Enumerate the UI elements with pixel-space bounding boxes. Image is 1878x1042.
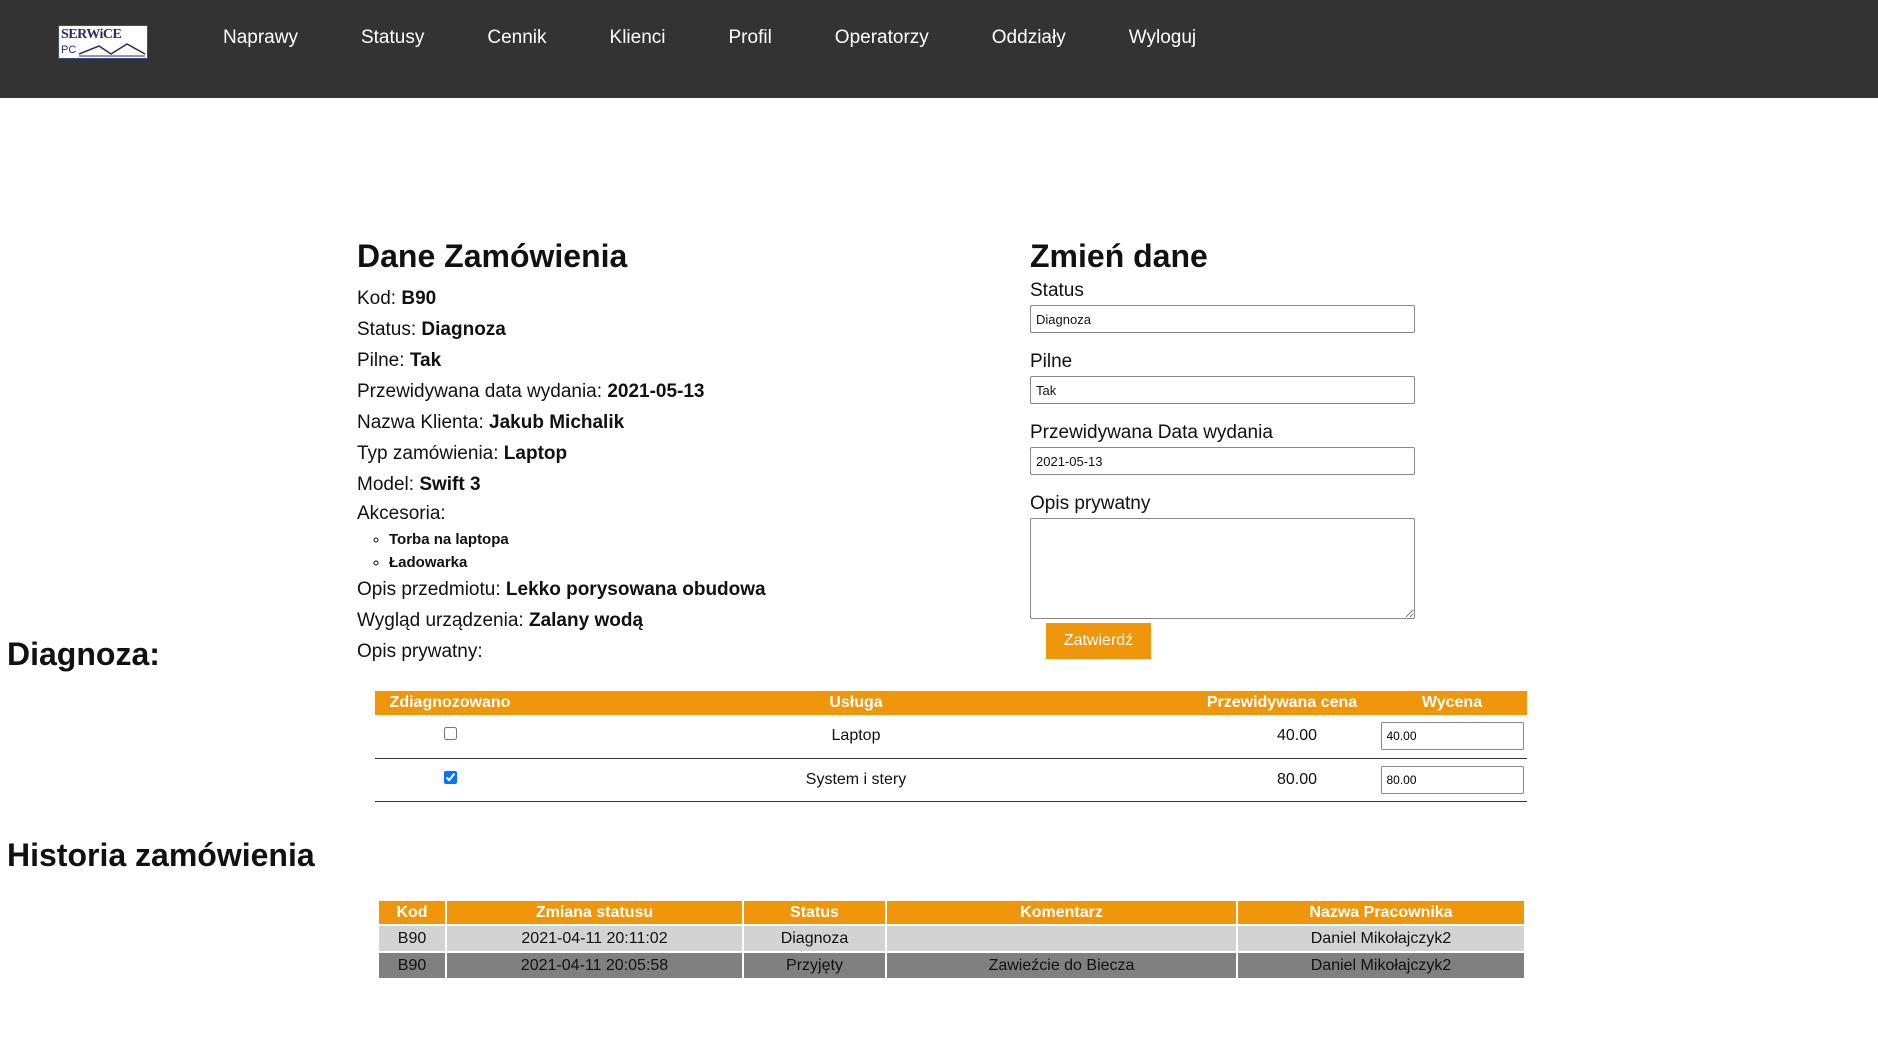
data-label: Przewidywana Data wydania — [1030, 422, 1273, 443]
wycena-input[interactable] — [1380, 722, 1524, 751]
info-opis-przedmiotu: Opis przedmiotu: Lekko porysowana obudow… — [357, 579, 766, 600]
logo-subtext: PC — [61, 44, 77, 56]
info-wyglad: Wygląd urządzenia: Zalany wodą — [357, 610, 644, 631]
logo[interactable]: SERWiCE PC — [58, 25, 148, 59]
accessory-item: Torba na laptopa — [389, 528, 917, 551]
pracownik-cell: Daniel Mikołajczyk2 — [1238, 926, 1524, 951]
info-kod: Kod: B90 — [357, 288, 437, 309]
info-typ: Typ zamówienia: Laptop — [357, 443, 568, 464]
komentarz-cell: Zawieźcie do Biecza — [887, 953, 1236, 978]
col-wycena: Wycena — [1377, 691, 1527, 715]
col-status: Status — [744, 901, 885, 924]
top-navbar: SERWiCE PC Naprawy Statusy Cennik Klienc… — [0, 0, 1878, 98]
table-row: Laptop 40.00 — [375, 715, 1527, 759]
diagnosed-checkbox[interactable] — [443, 770, 457, 784]
kod-cell: B90 — [379, 953, 445, 978]
nav-naprawy[interactable]: Naprawy — [223, 27, 298, 49]
nav-profil[interactable]: Profil — [729, 27, 772, 49]
info-model: Model: Swift 3 — [357, 474, 481, 495]
col-zdiagnozowano: Zdiagnozowano — [375, 691, 525, 715]
accessories-list: Torba na laptopa Ładowarka — [357, 528, 917, 574]
cena-cell: 40.00 — [1187, 715, 1377, 759]
usluga-cell: System i stery — [525, 758, 1187, 802]
table-row: System i stery 80.00 — [375, 758, 1527, 802]
diagnoza-table: Zdiagnozowano Usługa Przewidywana cena W… — [375, 691, 1527, 802]
status-label: Status — [1030, 280, 1084, 301]
opis-label: Opis prywatny — [1030, 493, 1151, 514]
info-klient: Nazwa Klienta: Jakub Michalik — [357, 412, 625, 433]
usluga-cell: Laptop — [525, 715, 1187, 759]
cena-cell: 80.00 — [1187, 758, 1377, 802]
nav-links: Naprawy Statusy Cennik Klienci Profil Op… — [223, 27, 1259, 49]
zmiana-cell: 2021-04-11 20:11:02 — [447, 926, 742, 951]
logo-text: SERWiCE — [61, 27, 122, 42]
opis-textarea[interactable] — [1030, 518, 1415, 619]
accessory-item: Ładowarka — [389, 551, 917, 574]
col-zmiana-statusu: Zmiana statusu — [447, 901, 742, 924]
table-row: B90 2021-04-11 20:05:58 Przyjęty Zawieźc… — [379, 953, 1524, 978]
nav-cennik[interactable]: Cennik — [487, 27, 546, 49]
data-input[interactable] — [1030, 447, 1415, 475]
nav-wyloguj[interactable]: Wyloguj — [1129, 27, 1196, 49]
pracownik-cell: Daniel Mikołajczyk2 — [1238, 953, 1524, 978]
info-akcesoria: Akcesoria: — [357, 503, 446, 524]
info-status: Status: Diagnoza — [357, 319, 506, 340]
komentarz-cell — [887, 926, 1236, 951]
diagnosed-checkbox[interactable] — [443, 727, 457, 741]
nav-klienci[interactable]: Klienci — [610, 27, 666, 49]
status-input[interactable] — [1030, 305, 1415, 333]
col-usluga: Usługa — [525, 691, 1187, 715]
status-cell: Przyjęty — [744, 953, 885, 978]
zmiana-cell: 2021-04-11 20:05:58 — [447, 953, 742, 978]
col-kod: Kod — [379, 901, 445, 924]
pilne-label: Pilne — [1030, 351, 1073, 372]
submit-button[interactable]: Zatwierdź — [1046, 623, 1151, 659]
pilne-input[interactable] — [1030, 376, 1415, 404]
nav-operatorzy[interactable]: Operatorzy — [835, 27, 929, 49]
info-pilne: Pilne: Tak — [357, 350, 442, 371]
col-komentarz: Komentarz — [887, 901, 1236, 924]
col-pracownik: Nazwa Pracownika — [1238, 901, 1524, 924]
nav-statusy[interactable]: Statusy — [361, 27, 424, 49]
edit-form: Zmień dane Status Pilne Przewidywana Dat… — [1030, 238, 1430, 659]
order-details: Dane Zamówienia Kod: B90 Status: Diagnoz… — [357, 238, 917, 667]
table-row: B90 2021-04-11 20:11:02 Diagnoza Daniel … — [379, 926, 1524, 951]
historia-title: Historia zamówienia — [7, 837, 315, 873]
order-section: Dane Zamówienia Kod: B90 Status: Diagnoz… — [0, 98, 1878, 662]
kod-cell: B90 — [379, 926, 445, 951]
col-cena: Przewidywana cena — [1187, 691, 1377, 715]
diagnoza-title: Diagnoza: — [7, 636, 160, 672]
logo-graphic-icon — [79, 43, 146, 57]
edit-form-title: Zmień dane — [1030, 238, 1208, 274]
status-cell: Diagnoza — [744, 926, 885, 951]
info-data: Przewidywana data wydania: 2021-05-13 — [357, 381, 705, 402]
info-opis-prywatny: Opis prywatny: — [357, 641, 483, 662]
order-details-title: Dane Zamówienia — [357, 238, 628, 274]
wycena-input[interactable] — [1380, 765, 1524, 794]
historia-table: Kod Zmiana statusu Status Komentarz Nazw… — [377, 899, 1526, 980]
nav-oddzialy[interactable]: Oddziały — [992, 27, 1066, 49]
